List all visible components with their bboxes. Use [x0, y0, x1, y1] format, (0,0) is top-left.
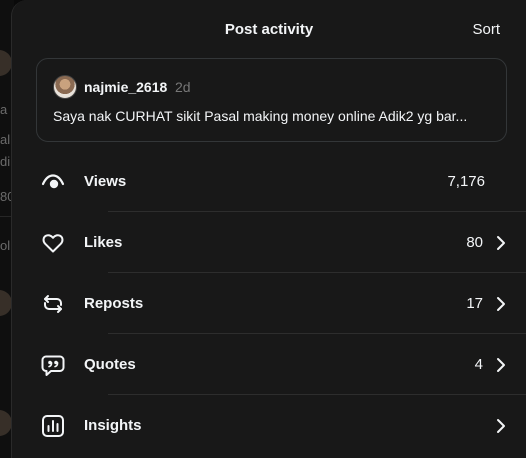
post-preview-card[interactable]: najmie_2618 2d Saya nak CURHAT sikit Pas… — [36, 58, 507, 142]
post-username[interactable]: najmie_2618 — [84, 79, 167, 95]
quote-icon — [40, 352, 66, 378]
metric-row-insights[interactable]: Insights — [36, 395, 526, 456]
chevron-right-icon — [494, 357, 508, 373]
metric-value: 17 — [466, 295, 483, 312]
post-timestamp: 2d — [175, 79, 191, 95]
metric-label: Quotes — [84, 356, 136, 373]
eye-icon — [40, 169, 66, 195]
post-text: Saya nak CURHAT sikit Pasal making money… — [53, 108, 468, 124]
metric-row-views[interactable]: Views 7,176 — [36, 151, 526, 212]
metric-row-quotes[interactable]: Quotes 4 — [36, 334, 526, 395]
chevron-right-icon — [494, 418, 508, 434]
metric-row-reposts[interactable]: Reposts 17 — [36, 273, 526, 334]
metric-value: 7,176 — [447, 173, 485, 190]
chevron-right-icon — [494, 235, 508, 251]
modal-header: Post activity Sort — [12, 0, 526, 58]
avatar — [53, 75, 77, 99]
metric-label: Insights — [84, 417, 142, 434]
heart-icon — [40, 230, 66, 256]
background-text: a — [0, 102, 8, 117]
metric-value: 4 — [474, 356, 483, 373]
insights-icon — [40, 413, 66, 439]
sort-button[interactable]: Sort — [472, 21, 500, 38]
modal-title: Post activity — [224, 21, 314, 38]
chevron-right-icon — [494, 296, 508, 312]
repost-icon — [40, 291, 66, 317]
post-activity-modal: Post activity Sort najmie_2618 2d Saya n… — [11, 0, 526, 458]
metric-row-likes[interactable]: Likes 80 — [36, 212, 526, 273]
metric-label: Likes — [84, 234, 123, 251]
metric-label: Reposts — [84, 295, 144, 312]
metric-label: Views — [84, 173, 127, 190]
background-text: al — [0, 132, 11, 147]
metric-value: 80 — [466, 234, 483, 251]
